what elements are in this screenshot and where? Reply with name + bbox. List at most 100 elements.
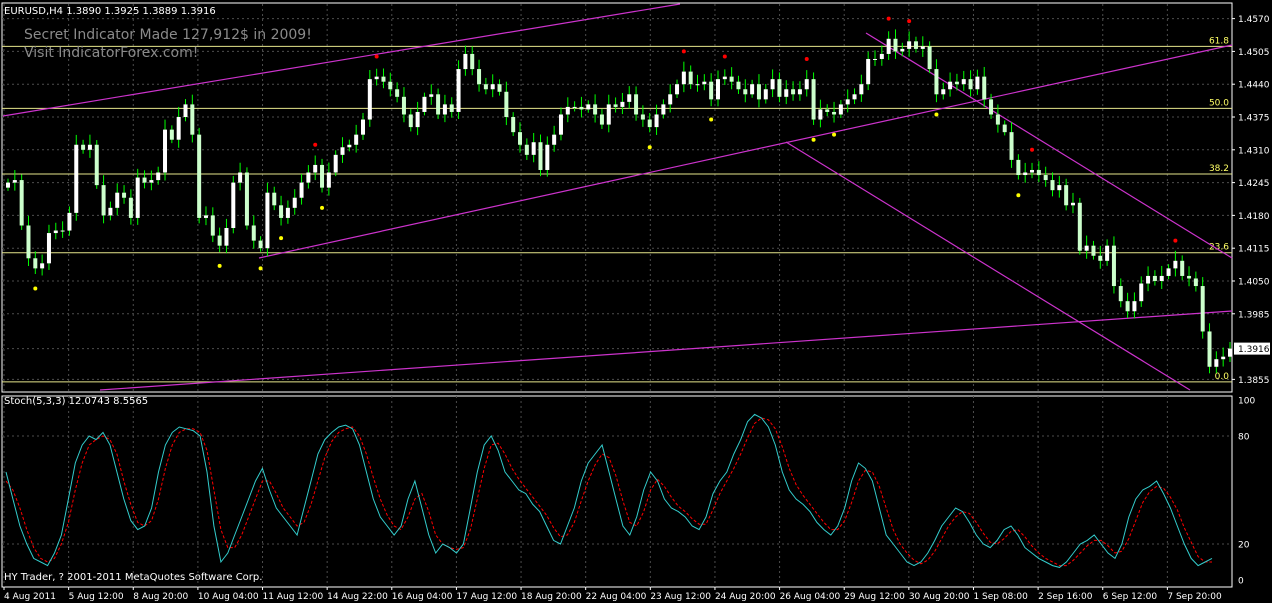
candle-body (333, 154, 338, 173)
candle-body (156, 172, 161, 181)
candle-body (128, 197, 133, 218)
candle-body (1009, 132, 1014, 160)
time-tick-label: 2 Sep 16:00 (1038, 592, 1093, 602)
candle-body (1159, 275, 1164, 281)
fractal-down-marker (320, 205, 325, 210)
candle-body (511, 117, 516, 133)
candle-body (565, 106, 570, 115)
candle-body (381, 76, 386, 82)
candle-body (1077, 202, 1082, 251)
fractal-up-marker (886, 16, 891, 21)
time-tick-label: 4 Aug 2011 (4, 592, 56, 602)
candle-body (1111, 245, 1116, 287)
candle-body (401, 96, 406, 115)
candle-body (593, 104, 598, 115)
time-tick-label: 7 Sep 20:00 (1167, 592, 1222, 602)
candle-body (763, 89, 768, 100)
stoch-level-label: 80 (1238, 433, 1250, 443)
candle-body (572, 106, 577, 108)
candle-body (518, 132, 523, 145)
candle-body (1118, 286, 1123, 302)
price-tick-label: 1.4505 (1238, 48, 1270, 58)
price-tick-label: 1.4440 (1238, 81, 1270, 91)
candle-body (94, 144, 99, 186)
candle-body (1064, 185, 1069, 206)
candle-body (743, 89, 748, 95)
candle-body (900, 48, 905, 52)
fib-level-label: 0.0 (1215, 372, 1230, 382)
candle-body (968, 79, 973, 90)
time-tick-label: 8 Aug 20:00 (133, 592, 188, 602)
fractal-up-marker (1173, 238, 1178, 243)
candle-body (422, 96, 427, 112)
fractal-down-marker (934, 112, 939, 117)
candle-body (101, 185, 106, 216)
candle-body (285, 207, 290, 218)
time-tick-label: 1 Sep 08:00 (973, 592, 1028, 602)
fractal-down-marker (217, 263, 222, 268)
time-tick-label: 10 Aug 04:00 (198, 592, 259, 602)
candle-body (436, 94, 441, 115)
candle-body (477, 69, 482, 85)
candle-body (934, 69, 939, 95)
candle-body (497, 84, 502, 92)
candle-body (108, 207, 113, 216)
candle-body (893, 38, 898, 52)
candle-body (135, 177, 140, 218)
candle-body (456, 69, 461, 112)
watermark-line-1: Secret Indicator Made 127,912$ in 2009! (24, 27, 312, 43)
candle-body (599, 114, 604, 125)
candle-body (859, 84, 864, 95)
candle-body (1030, 169, 1035, 173)
fib-level-label: 23.6 (1209, 243, 1229, 253)
time-tick-label: 18 Aug 20:00 (521, 592, 582, 602)
candle-body (722, 76, 727, 80)
candle-body (258, 240, 263, 249)
candle-body (40, 263, 45, 269)
candle-body (791, 89, 796, 95)
candle-body (524, 144, 529, 155)
candle-body (545, 144, 550, 170)
fractal-down-marker (832, 132, 837, 137)
candle-body (12, 180, 17, 183)
candle-body (1098, 255, 1103, 261)
candle-body (709, 81, 714, 100)
stoch-legend: Stoch(5,3,3) 12.0743 8.5565 (4, 396, 148, 407)
fractal-down-marker (647, 145, 652, 150)
candle-body (531, 142, 536, 155)
candle-body (804, 79, 809, 90)
candle-body (873, 58, 878, 60)
fractal-down-marker (258, 266, 263, 271)
candle-body (845, 99, 850, 105)
candle-body (354, 134, 359, 145)
candle-body (538, 142, 543, 170)
candle-body (954, 81, 959, 85)
candle-body (203, 215, 208, 218)
candle-body (675, 84, 680, 95)
candle-body (647, 119, 652, 128)
candle-body (279, 205, 284, 218)
candle-body (1173, 260, 1178, 269)
price-tick-label: 1.4245 (1238, 179, 1270, 189)
candle-body (1070, 202, 1075, 206)
candle-body (879, 53, 884, 59)
price-tick-label: 1.4180 (1238, 212, 1270, 222)
candle-body (142, 177, 147, 183)
candle-body (784, 89, 789, 97)
candle-body (176, 117, 181, 140)
candle-body (483, 84, 488, 90)
candle-body (927, 46, 932, 70)
candle-body (558, 114, 563, 135)
fractal-up-marker (804, 56, 809, 61)
fib-level-label: 50.0 (1209, 98, 1229, 108)
fractal-down-marker (1016, 193, 1021, 198)
candle-body (326, 172, 331, 188)
candle-body (490, 84, 495, 90)
candle-body (1187, 275, 1192, 279)
copyright-text: HY Trader, ? 2001-2011 MetaQuotes Softwa… (4, 572, 262, 583)
candle-body (183, 104, 188, 118)
symbol-line: EURUSD,H4 1.3890 1.3925 1.3889 1.3916 (4, 6, 216, 17)
stoch-level-label: 0 (1238, 577, 1244, 587)
candle-body (1016, 159, 1021, 176)
candle-body (818, 109, 823, 120)
